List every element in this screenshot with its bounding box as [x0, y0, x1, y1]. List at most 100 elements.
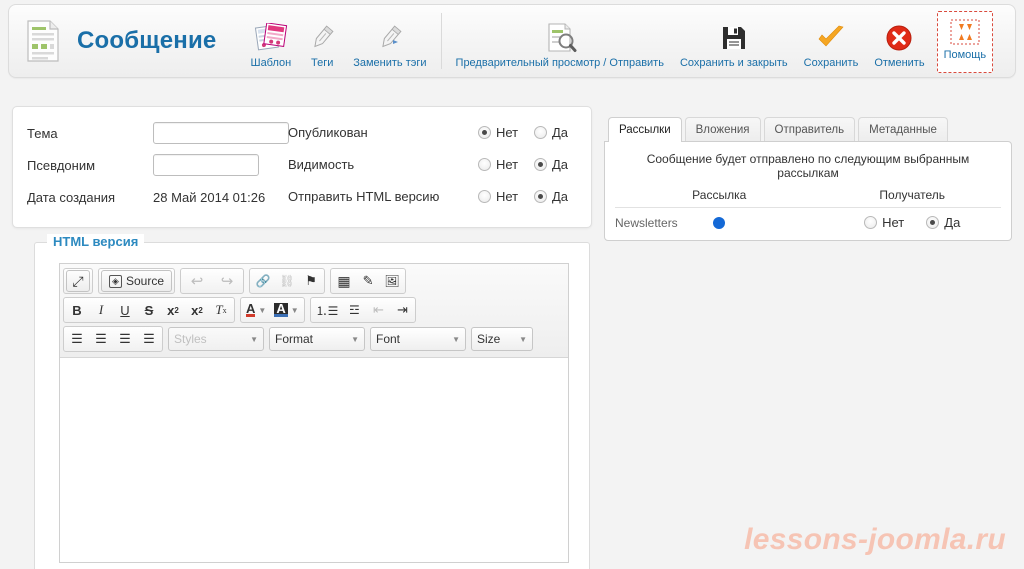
option-row-send-html: Отправить HTML версию Нет Да [288, 180, 590, 212]
receiver-radio-yes[interactable]: Да [926, 215, 960, 230]
main-toolbar: Сообщение Шаблон Теги Заменить тэги Пред… [8, 4, 1016, 78]
pencil-icon[interactable]: ✎ [356, 270, 380, 292]
anchor-icon[interactable]: ⚑ [299, 270, 323, 292]
toolbar-divider [440, 13, 442, 69]
remove-format-icon[interactable]: Tx [209, 299, 233, 321]
strike-icon[interactable]: S [137, 299, 161, 321]
published-radio-yes[interactable]: Да [534, 125, 590, 140]
table-header-row: Рассылка Получатель [615, 186, 1001, 208]
tab-strip: Рассылки Вложения Отправитель Метаданные [604, 116, 1012, 142]
radio-dot [534, 157, 547, 171]
toolbar-button-label: Шаблон [250, 57, 292, 69]
source-button[interactable]: ◈ Source [101, 270, 173, 292]
align-left-icon[interactable]: ☰ [65, 328, 89, 350]
bulleted-list-icon[interactable]: ☲ [342, 299, 366, 321]
subscript-icon[interactable]: x2 [161, 299, 185, 321]
tag-icon [307, 21, 337, 54]
status-dot-icon[interactable] [713, 216, 726, 229]
table-row: Newsletters Нет Да [615, 208, 1001, 231]
indent-icon[interactable]: ⇥ [390, 299, 414, 321]
receiver-radio-no[interactable]: Нет [864, 215, 904, 230]
tab-mailings[interactable]: Рассылки [608, 117, 682, 142]
radio-label-no: Нет [496, 124, 519, 140]
send-html-radio-no[interactable]: Нет [478, 189, 534, 204]
toolbar-button-template[interactable]: Шаблон [242, 11, 299, 77]
send-html-radio-yes[interactable]: Да [534, 189, 590, 204]
styles-combo[interactable]: Styles ▼ [168, 327, 264, 351]
font-combo[interactable]: Font ▼ [370, 327, 466, 351]
tab-attachments[interactable]: Вложения [684, 117, 761, 141]
tab-panel-body: Сообщение будет отправлено по следующим … [604, 141, 1012, 241]
undo-icon[interactable]: ↩ [182, 270, 212, 292]
subject-label: Тема [27, 125, 58, 141]
broken-image-icon [950, 18, 980, 46]
link-icon[interactable]: 🔗 [251, 270, 275, 292]
outdent-icon[interactable]: ⇤ [366, 299, 390, 321]
radio-label-no: Нет [496, 156, 519, 172]
toolbar-button-tags[interactable]: Теги [299, 11, 345, 77]
radio-label-yes: Да [552, 188, 569, 204]
bold-icon[interactable]: B [65, 299, 89, 321]
toolbar-button-label: Заменить тэги [353, 57, 427, 69]
toolgroup-insert: ▦ ✎ 🖼 [330, 268, 407, 294]
radio-dot [478, 189, 491, 203]
maximize-icon[interactable]: ⤢ [66, 270, 90, 292]
text-color-icon[interactable]: A ▼ [242, 299, 270, 321]
image-icon[interactable]: 🖼 [380, 270, 404, 292]
visibility-radio-yes[interactable]: Да [534, 157, 590, 172]
subject-input[interactable] [153, 122, 289, 144]
size-combo[interactable]: Size ▼ [471, 327, 533, 351]
toolbar-button-label: Отменить [874, 57, 925, 69]
html-version-legend: HTML версия [47, 234, 145, 249]
superscript-icon[interactable]: x2 [185, 299, 209, 321]
toolbar-button-cancel[interactable]: Отменить [866, 11, 932, 77]
toolgroup-basic-styles: B I U S x2 x2 Tx [63, 297, 235, 323]
align-right-icon[interactable]: ☰ [113, 328, 137, 350]
toolbar-button-save[interactable]: Сохранить [796, 11, 867, 77]
underline-icon[interactable]: U [113, 299, 137, 321]
message-options-group: Опубликован Нет Да Видимость Нет Да Отпр… [288, 116, 590, 212]
column-header-mailing: Рассылка [615, 186, 824, 208]
toolgroup-undo-redo: ↩ ↪ [180, 268, 245, 294]
table-icon[interactable]: ▦ [332, 270, 356, 292]
radio-dot [864, 216, 878, 229]
toolbar-button-help[interactable]: Помощь [936, 11, 994, 73]
numbered-list-icon[interactable]: ⒈☰ [312, 299, 343, 321]
checkmark-icon [816, 21, 846, 54]
radio-label-yes: Да [552, 124, 569, 140]
unlink-icon[interactable]: ⛓ [275, 270, 299, 292]
toolbar-button-preview-send[interactable]: Предварительный просмотр / Отправить [448, 11, 672, 77]
visibility-radio-no[interactable]: Нет [478, 157, 534, 172]
chevron-down-icon: ▼ [351, 334, 359, 344]
editor-toolbar-row-3: ☰ ☰ ☰ ☰ Styles ▼ Format ▼ Font ▼ Size ▼ [63, 326, 565, 352]
published-radio-no[interactable]: Нет [478, 125, 534, 140]
toolbar-title-group: Сообщение [9, 18, 216, 64]
justify-icon[interactable]: ☰ [137, 328, 161, 350]
toolbar-button-save-close[interactable]: Сохранить и закрыть [672, 11, 796, 77]
format-combo-label: Format [275, 332, 314, 346]
mailing-name-cell: Newsletters [615, 208, 823, 231]
tab-sender[interactable]: Отправитель [763, 117, 856, 141]
alias-input[interactable] [153, 154, 259, 176]
page-root: Сообщение Шаблон Теги Заменить тэги Пред… [0, 0, 1024, 569]
option-row-published: Опубликован Нет Да [288, 116, 590, 148]
mailing-note: Сообщение будет отправлено по следующим … [646, 152, 970, 180]
editor-content-area[interactable] [60, 358, 568, 556]
tab-metadata[interactable]: Метаданные [858, 117, 948, 141]
created-date-label: Дата создания [27, 189, 116, 205]
receiver-cell: Нет Да [823, 208, 1001, 230]
styles-combo-label: Styles [174, 332, 207, 346]
chevron-down-icon: ▼ [250, 334, 258, 344]
align-center-icon[interactable]: ☰ [89, 328, 113, 350]
editor-toolbar-row-1: ⤢ ◈ Source ↩ ↪ 🔗 ⛓ ⚑ ▦ ✎ 🖼 [63, 268, 565, 294]
toolbar-button-label: Предварительный просмотр / Отправить [455, 57, 664, 69]
chevron-down-icon: ▼ [452, 334, 460, 344]
toolbar-button-replace-tags[interactable]: Заменить тэги [345, 11, 434, 77]
redo-icon[interactable]: ↪ [212, 270, 242, 292]
format-combo[interactable]: Format ▼ [269, 327, 365, 351]
background-color-icon[interactable]: A ▼ [270, 299, 302, 321]
italic-icon[interactable]: I [89, 299, 113, 321]
radio-label-no: Нет [882, 215, 905, 230]
cancel-icon [885, 21, 913, 54]
template-icon [254, 21, 288, 54]
